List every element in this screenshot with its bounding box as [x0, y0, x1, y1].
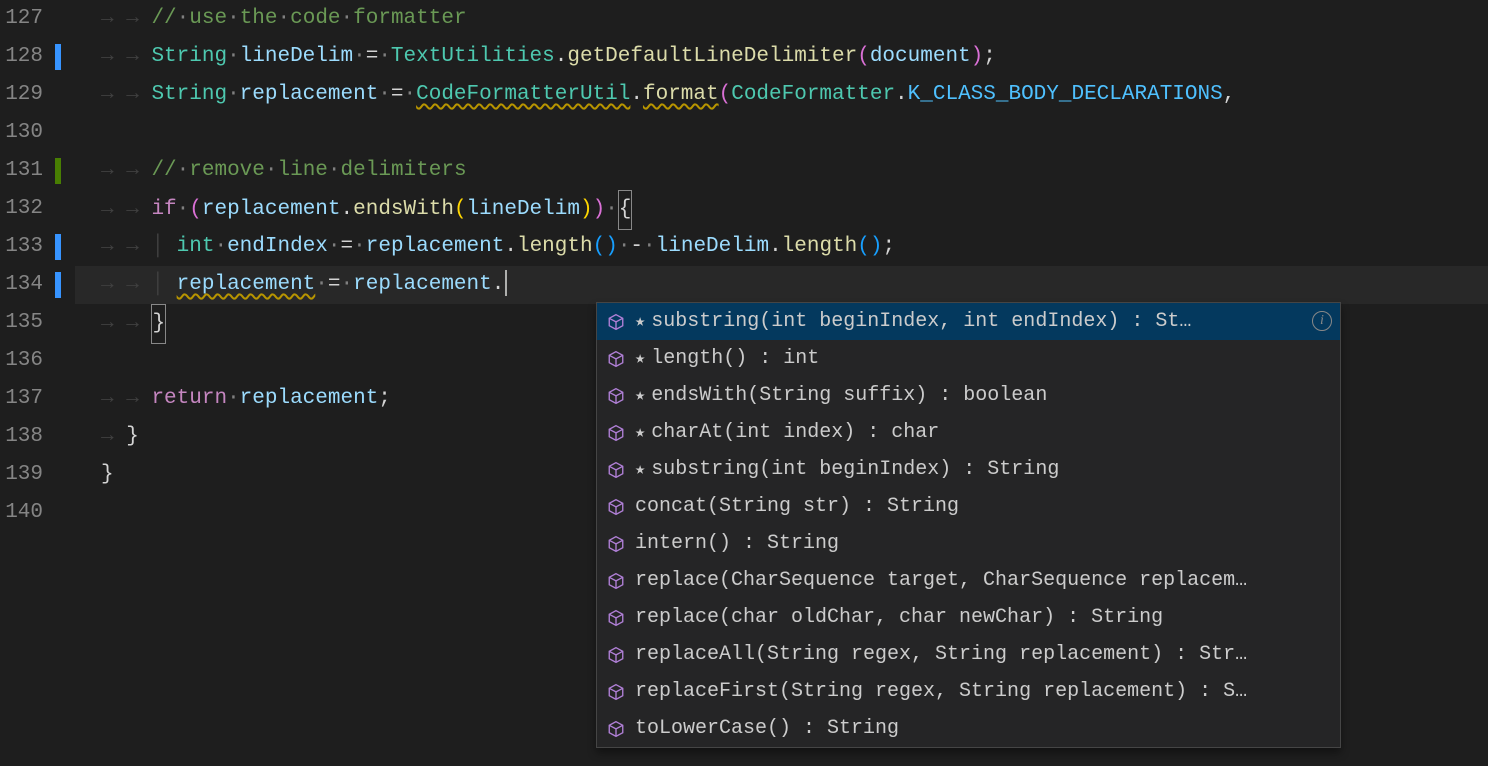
suggest-item[interactable]: replace(CharSequence target, CharSequenc…	[597, 562, 1340, 599]
intellisense-suggest-widget[interactable]: i ★ substring(int beginIndex, int endInde…	[596, 302, 1341, 748]
method-icon	[605, 311, 627, 333]
suggest-item[interactable]: replaceFirst(String regex, String replac…	[597, 673, 1340, 710]
method-icon	[605, 607, 627, 629]
line-number: 134	[0, 266, 43, 304]
method-icon	[605, 681, 627, 703]
suggest-label: toLowerCase() : String	[635, 717, 1332, 740]
suggest-item[interactable]: concat(String str) : String	[597, 488, 1340, 525]
code-line[interactable]: → → │ replacement·=·replacement.	[75, 266, 1488, 304]
line-number: 127	[0, 0, 43, 38]
suggest-label: substring(int beginIndex) : String	[651, 458, 1332, 481]
line-number: 131	[0, 152, 43, 190]
code-line[interactable]	[75, 114, 1488, 152]
glyph-margin	[55, 0, 75, 766]
suggest-item[interactable]: ★ length() : int	[597, 340, 1340, 377]
line-number: 133	[0, 228, 43, 266]
method-icon	[605, 348, 627, 370]
code-line[interactable]: → → String·replacement·=·CodeFormatterUt…	[75, 76, 1488, 114]
method-icon	[605, 422, 627, 444]
suggest-label: charAt(int index) : char	[651, 421, 1332, 444]
change-bar-icon	[55, 44, 61, 70]
line-number: 136	[0, 342, 43, 380]
line-number-gutter: 1271281291301311321331341351361371381391…	[0, 0, 55, 766]
change-bar-icon	[55, 234, 61, 260]
method-icon	[605, 496, 627, 518]
suggest-item[interactable]: replace(char oldChar, char newChar) : St…	[597, 599, 1340, 636]
text-cursor	[505, 270, 507, 296]
suggest-label: intern() : String	[635, 532, 1332, 555]
star-icon: ★	[635, 385, 645, 406]
line-number: 140	[0, 494, 43, 532]
line-number: 132	[0, 190, 43, 228]
star-icon: ★	[635, 348, 645, 369]
method-icon	[605, 533, 627, 555]
suggest-item[interactable]: toLowerCase() : String	[597, 710, 1340, 747]
code-line[interactable]: → → if·(replacement.endsWith(lineDelim))…	[75, 190, 1488, 228]
method-icon	[605, 718, 627, 740]
suggest-label: length() : int	[651, 347, 1332, 370]
suggest-label: endsWith(String suffix) : boolean	[651, 384, 1332, 407]
suggest-label: replace(char oldChar, char newChar) : St…	[635, 606, 1332, 629]
suggest-label: replaceFirst(String regex, String replac…	[635, 680, 1332, 703]
change-bar-icon	[55, 158, 61, 184]
line-number: 130	[0, 114, 43, 152]
method-icon	[605, 570, 627, 592]
suggest-item[interactable]: ★ endsWith(String suffix) : boolean	[597, 377, 1340, 414]
code-line[interactable]: → → │ int·endIndex·=·replacement.length(…	[75, 228, 1488, 266]
star-icon: ★	[635, 311, 645, 332]
method-icon	[605, 459, 627, 481]
suggest-info-icon[interactable]: i	[1312, 311, 1332, 331]
line-number: 129	[0, 76, 43, 114]
method-icon	[605, 385, 627, 407]
change-bar-icon	[55, 272, 61, 298]
star-icon: ★	[635, 459, 645, 480]
suggest-item[interactable]: replaceAll(String regex, String replacem…	[597, 636, 1340, 673]
suggest-label: replaceAll(String regex, String replacem…	[635, 643, 1332, 666]
suggest-item[interactable]: intern() : String	[597, 525, 1340, 562]
line-number: 137	[0, 380, 43, 418]
code-line[interactable]: → → String·lineDelim·=·TextUtilities.get…	[75, 38, 1488, 76]
line-number: 138	[0, 418, 43, 456]
suggest-label: replace(CharSequence target, CharSequenc…	[635, 569, 1332, 592]
suggest-label: substring(int beginIndex, int endIndex) …	[651, 310, 1332, 333]
line-number: 139	[0, 456, 43, 494]
suggest-item[interactable]: ★ charAt(int index) : char	[597, 414, 1340, 451]
suggest-item[interactable]: ★ substring(int beginIndex, int endIndex)…	[597, 303, 1340, 340]
line-number: 135	[0, 304, 43, 342]
code-line[interactable]: → → //·use·the·code·formatter	[75, 0, 1488, 38]
suggest-label: concat(String str) : String	[635, 495, 1332, 518]
suggest-item[interactable]: ★ substring(int beginIndex) : String	[597, 451, 1340, 488]
code-line[interactable]: → → //·remove·line·delimiters	[75, 152, 1488, 190]
star-icon: ★	[635, 422, 645, 443]
method-icon	[605, 644, 627, 666]
line-number: 128	[0, 38, 43, 76]
